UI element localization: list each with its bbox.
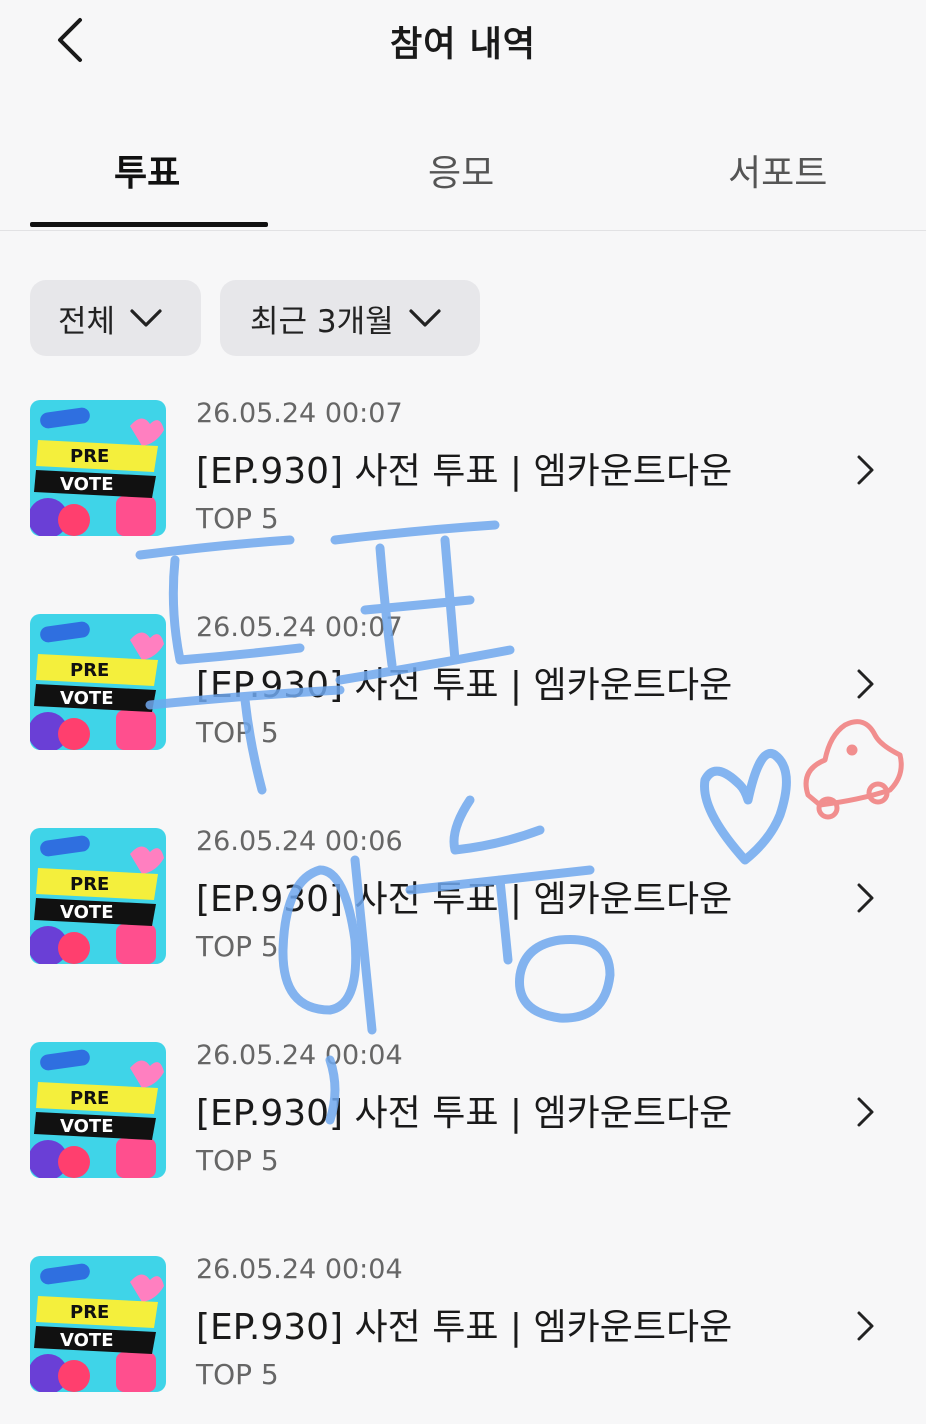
chevron-right-icon: [857, 669, 874, 699]
item-title: [EP.930] 사전 투표 | 엠카운트다운: [196, 451, 733, 492]
chevron-right-icon: [857, 455, 874, 485]
item-subtitle: TOP 5: [196, 1144, 279, 1177]
item-title: [EP.930] 사전 투표 | 엠카운트다운: [196, 879, 733, 920]
item-subtitle: TOP 5: [196, 716, 279, 749]
pre-vote-thumbnail: PRE VOTE: [30, 1256, 166, 1392]
chevron-right-icon: [857, 883, 874, 913]
item-date: 26.05.24 00:04: [196, 1254, 403, 1285]
tab-entry[interactable]: 응모: [428, 144, 494, 196]
tab-vote[interactable]: 투표: [114, 144, 180, 196]
thumbnail-text-pre: PRE: [70, 446, 109, 467]
thumbnail-text-pre: PRE: [70, 1088, 109, 1109]
chevron-down-icon: [130, 309, 162, 327]
type-filter-dropdown[interactable]: 전체: [30, 280, 201, 356]
item-title: [EP.930] 사전 투표 | 엠카운트다운: [196, 1093, 733, 1134]
list-item[interactable]: PRE VOTE 26.05.24 00:07 [EP.930] 사전 투표 |…: [0, 612, 926, 782]
item-subtitle: TOP 5: [196, 502, 279, 535]
top-bar: 참여 내역: [0, 0, 926, 85]
list-item[interactable]: PRE VOTE 26.05.24 00:07 [EP.930] 사전 투표 |…: [0, 398, 926, 568]
thumbnail-text-vote: VOTE: [60, 688, 114, 709]
period-filter-dropdown[interactable]: 최근 3개월: [220, 280, 480, 356]
thumbnail-text-vote: VOTE: [60, 902, 114, 923]
item-title: [EP.930] 사전 투표 | 엠카운트다운: [196, 665, 733, 706]
page-title: 참여 내역: [390, 25, 536, 65]
item-subtitle: TOP 5: [196, 930, 279, 963]
list-item[interactable]: PRE VOTE 26.05.24 00:04 [EP.930] 사전 투표 |…: [0, 1040, 926, 1210]
tab-bar: 투표 응모 서포트: [0, 130, 926, 231]
thumbnail-text-pre: PRE: [70, 660, 109, 681]
item-date: 26.05.24 00:04: [196, 1040, 403, 1071]
thumbnail-text-vote: VOTE: [60, 474, 114, 495]
item-date: 26.05.24 00:07: [196, 398, 403, 429]
pre-vote-thumbnail: PRE VOTE: [30, 614, 166, 750]
item-subtitle: TOP 5: [196, 1358, 279, 1391]
period-filter-label: 최근 3개월: [250, 303, 394, 340]
item-title: [EP.930] 사전 투표 | 엠카운트다운: [196, 1307, 733, 1348]
chevron-right-icon: [857, 1311, 874, 1341]
item-date: 26.05.24 00:06: [196, 826, 403, 857]
chevron-right-icon: [857, 1097, 874, 1127]
chevron-down-icon: [409, 309, 441, 327]
item-date: 26.05.24 00:07: [196, 612, 403, 643]
thumbnail-text-vote: VOTE: [60, 1116, 114, 1137]
pre-vote-thumbnail: PRE VOTE: [30, 828, 166, 964]
thumbnail-text-vote: VOTE: [60, 1330, 114, 1351]
list-item[interactable]: PRE VOTE 26.05.24 00:06 [EP.930] 사전 투표 |…: [0, 826, 926, 996]
pre-vote-thumbnail: PRE VOTE: [30, 400, 166, 536]
type-filter-label: 전체: [58, 303, 116, 340]
thumbnail-text-pre: PRE: [70, 1302, 109, 1323]
tab-support[interactable]: 서포트: [728, 144, 827, 196]
list-item[interactable]: PRE VOTE 26.05.24 00:04 [EP.930] 사전 투표 |…: [0, 1254, 926, 1424]
pre-vote-thumbnail: PRE VOTE: [30, 1042, 166, 1178]
thumbnail-text-pre: PRE: [70, 874, 109, 895]
active-tab-indicator: [30, 222, 268, 227]
